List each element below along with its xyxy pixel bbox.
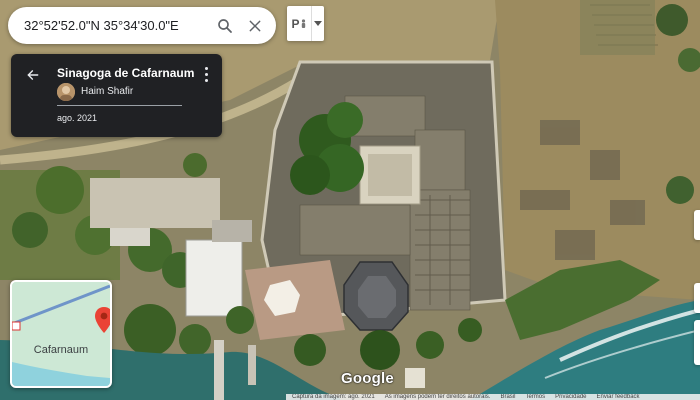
- pegman-label: P: [291, 16, 300, 31]
- map-pin-icon: [95, 307, 110, 333]
- photo-info-card: Sinagoga de Cafarnaum Haim Shafir ago. 2…: [11, 54, 222, 137]
- pegman-icon[interactable]: P: [287, 6, 311, 41]
- search-icon[interactable]: [210, 11, 240, 41]
- compass-control[interactable]: [694, 283, 700, 313]
- google-logo: Google: [341, 370, 394, 387]
- avatar[interactable]: [57, 83, 75, 101]
- minimap[interactable]: Cafarnaum: [10, 280, 112, 388]
- footer-capture-date: Captura da imagem: ago. 2021: [292, 394, 375, 400]
- close-icon[interactable]: [240, 11, 270, 41]
- footer-feedback-link[interactable]: Enviar feedback: [597, 394, 640, 400]
- footer-privacy-link[interactable]: Privacidade: [555, 394, 586, 400]
- zoom-control[interactable]: [694, 320, 700, 365]
- footer-terms-link[interactable]: Termos: [525, 394, 545, 400]
- footer-country[interactable]: Brasil: [500, 394, 515, 400]
- more-vert-icon[interactable]: [202, 65, 210, 83]
- street-view-control[interactable]: P: [287, 6, 324, 41]
- arrow-back-icon[interactable]: [23, 65, 43, 85]
- search-box[interactable]: [8, 7, 276, 44]
- capture-date: ago. 2021: [57, 113, 98, 123]
- caret-down-icon[interactable]: [312, 6, 324, 41]
- attribution-bar: Captura da imagem: ago. 2021 As imagens …: [286, 394, 700, 400]
- minimap-label: Cafarnaum: [33, 344, 89, 356]
- layers-control[interactable]: [694, 210, 700, 240]
- pegman-figure-icon: [301, 18, 305, 28]
- search-input[interactable]: [24, 18, 210, 33]
- place-title[interactable]: Sinagoga de Cafarnaum: [57, 66, 194, 80]
- card-divider: [57, 105, 182, 106]
- footer-copyright: As imagens podem ter direitos autorais.: [384, 394, 491, 400]
- author-name[interactable]: Haim Shafir: [81, 86, 133, 97]
- minimap-graphic: [12, 282, 110, 386]
